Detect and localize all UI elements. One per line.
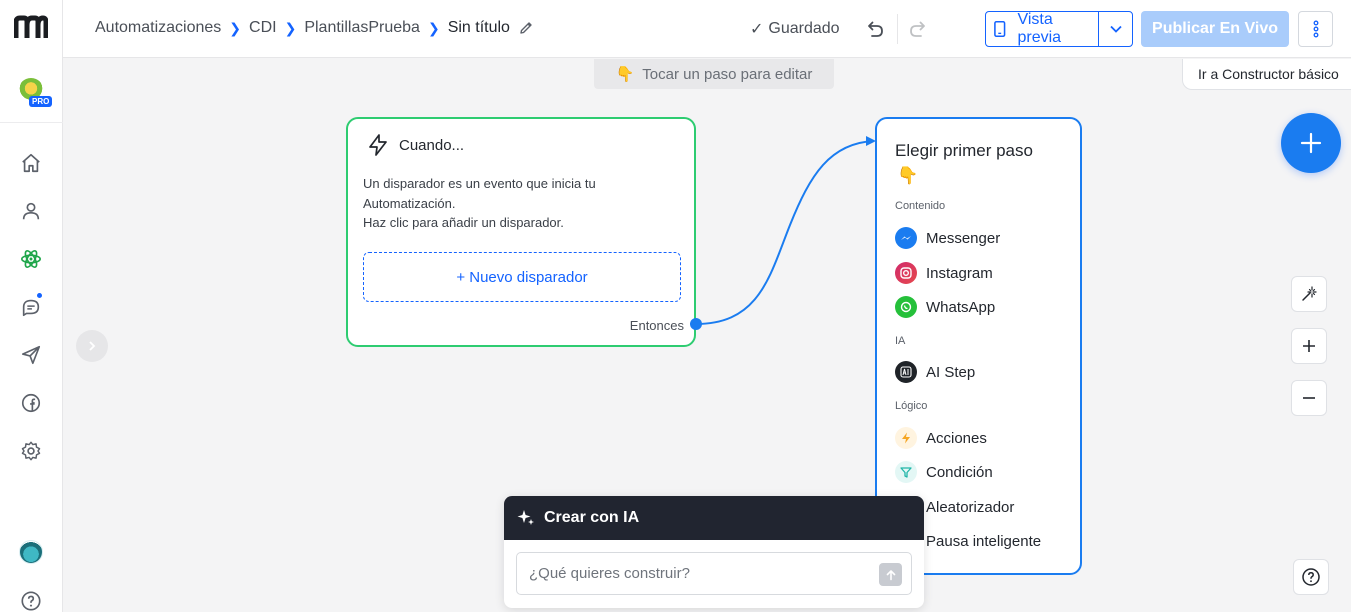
- zoom-in-button[interactable]: [1291, 328, 1327, 364]
- trigger-description-line1: Un disparador es un evento que inicia tu…: [363, 176, 596, 211]
- trigger-title: Cuando...: [399, 136, 465, 154]
- ai-builder-panel: Crear con IA ¿Qué quieres construir?: [504, 496, 924, 608]
- section-content-label: Contenido: [895, 200, 946, 212]
- ai-panel-header: Crear con IA: [504, 496, 924, 540]
- step-ai-label: AI Step: [926, 363, 976, 381]
- step-whatsapp[interactable]: WhatsApp: [895, 296, 995, 318]
- user-avatar[interactable]: [19, 540, 43, 564]
- manychat-logo[interactable]: [13, 14, 49, 42]
- redo-icon[interactable]: [908, 18, 930, 40]
- preview-button[interactable]: Vista previa: [985, 11, 1133, 47]
- page-title[interactable]: Sin título: [448, 19, 510, 37]
- top-bar: Automatizaciones ❯ CDI ❯ PlantillasPrueb…: [63, 0, 1351, 58]
- step-condition-label: Condición: [926, 463, 993, 481]
- connector-handle[interactable]: [690, 318, 702, 330]
- breadcrumb-cdi[interactable]: CDI: [249, 19, 277, 37]
- preview-label: Vista previa: [1017, 11, 1062, 46]
- messenger-icon: [895, 227, 917, 249]
- toolbar-divider: [897, 14, 898, 44]
- trigger-description: Un disparador es un evento que inicia tu…: [363, 174, 683, 233]
- step-ai[interactable]: AI Step: [895, 361, 975, 383]
- phone-icon: [994, 20, 1006, 38]
- publish-button[interactable]: Publicar En Vivo: [1141, 11, 1289, 47]
- ai-icon: [895, 361, 917, 383]
- section-ai-label: IA: [895, 335, 906, 347]
- step-actions-label: Acciones: [926, 429, 987, 447]
- lightning-icon: [895, 427, 917, 449]
- trigger-card[interactable]: Cuando... Un disparador es un evento que…: [346, 117, 696, 347]
- automation-icon[interactable]: [19, 247, 43, 271]
- check-icon: ✓: [750, 21, 764, 38]
- contacts-icon[interactable]: [19, 199, 43, 223]
- step-messenger-label: Messenger: [926, 229, 1001, 247]
- ai-prompt-placeholder: ¿Qué quieres construir?: [529, 565, 690, 582]
- step-randomizer-label: Aleatorizador: [926, 498, 1015, 516]
- save-status-label: Guardado: [768, 20, 840, 37]
- arrow-up-icon: [886, 569, 895, 580]
- whatsapp-icon: [895, 296, 917, 318]
- chevron-right-icon: [89, 341, 96, 351]
- ai-panel-title: Crear con IA: [544, 509, 640, 526]
- step-actions[interactable]: Acciones: [895, 427, 987, 449]
- trigger-description-line2: Haz clic para añadir un disparador.: [363, 215, 564, 230]
- magic-wand-button[interactable]: [1291, 276, 1327, 312]
- lightning-icon: [369, 134, 387, 156]
- add-step-button[interactable]: [1281, 113, 1341, 173]
- step-whatsapp-label: WhatsApp: [926, 298, 996, 316]
- sparkle-icon: [517, 510, 534, 525]
- ai-send-button[interactable]: [879, 563, 902, 586]
- more-options-button[interactable]: [1298, 11, 1333, 47]
- preview-dropdown[interactable]: [1098, 12, 1132, 46]
- sidebar-divider: [0, 122, 63, 123]
- new-trigger-button[interactable]: + Nuevo disparador: [363, 252, 681, 302]
- more-vertical-icon: [1313, 20, 1318, 38]
- choose-step-title: Elegir primer paso: [895, 141, 1033, 160]
- step-instagram[interactable]: Instagram: [895, 262, 993, 284]
- chevron-right-icon: ❯: [284, 19, 297, 36]
- settings-icon[interactable]: [19, 439, 43, 463]
- help-button[interactable]: [1293, 559, 1329, 595]
- help-circle-icon[interactable]: [19, 589, 43, 612]
- magic-wand-icon: [1302, 286, 1317, 301]
- basic-builder-link[interactable]: Ir a Constructor básico: [1182, 59, 1351, 90]
- minus-icon: [1303, 397, 1315, 399]
- help-circle-icon: [1302, 568, 1320, 586]
- ai-prompt-input[interactable]: ¿Qué quieres construir?: [516, 552, 912, 595]
- home-icon[interactable]: [19, 151, 43, 175]
- preview-main[interactable]: Vista previa: [986, 11, 1098, 46]
- step-messenger[interactable]: Messenger: [895, 227, 1000, 249]
- step-smart-delay-label: Pausa inteligente: [926, 532, 1042, 550]
- breadcrumb: Automatizaciones ❯ CDI ❯ PlantillasPrueb…: [95, 19, 534, 37]
- broadcast-icon[interactable]: [19, 343, 43, 367]
- sidebar: PRO: [0, 0, 63, 612]
- breadcrumb-automations[interactable]: Automatizaciones: [95, 19, 221, 37]
- trigger-header: Cuando...: [366, 133, 464, 157]
- undo-icon[interactable]: [863, 18, 885, 40]
- save-status: ✓ Guardado: [750, 19, 840, 39]
- pro-badge: PRO: [29, 96, 53, 107]
- step-instagram-label: Instagram: [926, 264, 993, 282]
- step-connector: [690, 136, 876, 330]
- chevron-right-icon: ❯: [229, 19, 242, 36]
- chevron-right-icon: ❯: [427, 19, 440, 36]
- pencil-icon[interactable]: [518, 20, 534, 36]
- plus-icon: [1300, 132, 1322, 154]
- step-condition[interactable]: Condición: [895, 461, 993, 483]
- edit-hint-label: Tocar un paso para editar: [642, 65, 813, 83]
- filter-icon: [895, 461, 917, 483]
- plus-icon: [1303, 340, 1315, 352]
- edit-hint: 👇 Tocar un paso para editar: [594, 59, 834, 89]
- instagram-icon: [895, 262, 917, 284]
- then-label: Entonces: [629, 318, 684, 333]
- chevron-down-icon: [1109, 25, 1122, 33]
- zoom-out-button[interactable]: [1291, 380, 1327, 416]
- facebook-icon[interactable]: [19, 391, 43, 415]
- breadcrumb-templates[interactable]: PlantillasPrueba: [304, 19, 420, 37]
- section-logic-label: Lógico: [895, 400, 928, 412]
- notification-dot: [36, 292, 43, 299]
- expand-sidebar-button[interactable]: [76, 330, 108, 362]
- pointing-down-emoji: 👇: [615, 66, 635, 83]
- pointing-down-emoji: 👇: [897, 166, 919, 185]
